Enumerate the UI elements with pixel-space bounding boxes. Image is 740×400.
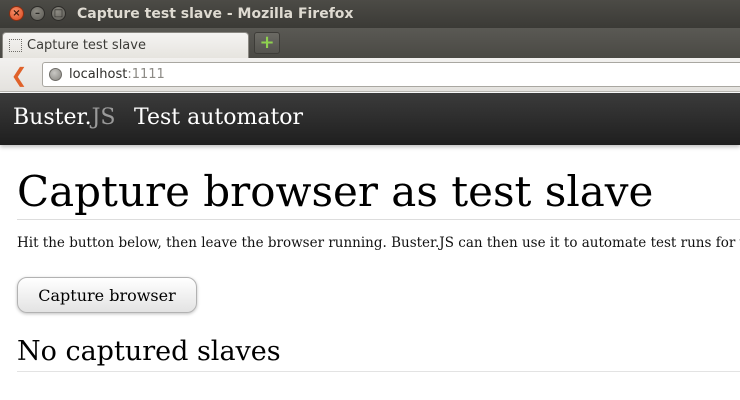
page-favicon bbox=[9, 39, 22, 52]
tab-capture-test-slave[interactable]: Capture test slave bbox=[2, 32, 249, 58]
brand-name: Buster. bbox=[13, 105, 92, 130]
globe-icon bbox=[49, 68, 62, 81]
url-input[interactable]: localhost:1111 bbox=[42, 62, 740, 87]
minimize-icon[interactable]: – bbox=[30, 6, 45, 21]
site-header: Buster.JS Test automator bbox=[0, 93, 740, 145]
brand-js: JS bbox=[91, 105, 116, 130]
new-tab-button[interactable]: + bbox=[254, 32, 280, 54]
url-port: :1111 bbox=[127, 67, 165, 82]
plus-icon: + bbox=[259, 32, 275, 53]
brand-logo[interactable]: Buster.JS bbox=[13, 105, 115, 130]
slaves-heading: No captured slaves bbox=[17, 335, 740, 372]
tab-label: Capture test slave bbox=[27, 38, 146, 53]
main-content: Capture browser as test slave Hit the bu… bbox=[17, 145, 740, 372]
close-icon[interactable]: × bbox=[9, 6, 24, 21]
page-title: Capture browser as test slave bbox=[17, 167, 740, 220]
window-title: Capture test slave - Mozilla Firefox bbox=[77, 6, 354, 22]
capture-browser-button[interactable]: Capture browser bbox=[17, 277, 197, 313]
maximize-icon[interactable]: □ bbox=[51, 6, 66, 21]
tab-strip: Capture test slave bbox=[0, 28, 740, 58]
nav-link-test-automator[interactable]: Test automator bbox=[134, 105, 303, 130]
back-arrow-icon[interactable]: ❮ bbox=[8, 64, 30, 86]
navigation-bar: ❮ localhost:1111 bbox=[0, 58, 740, 92]
intro-text: Hit the button below, then leave the bro… bbox=[17, 235, 740, 251]
url-host: localhost bbox=[69, 67, 128, 82]
window-titlebar: × – □ Capture test slave - Mozilla Firef… bbox=[0, 0, 740, 28]
